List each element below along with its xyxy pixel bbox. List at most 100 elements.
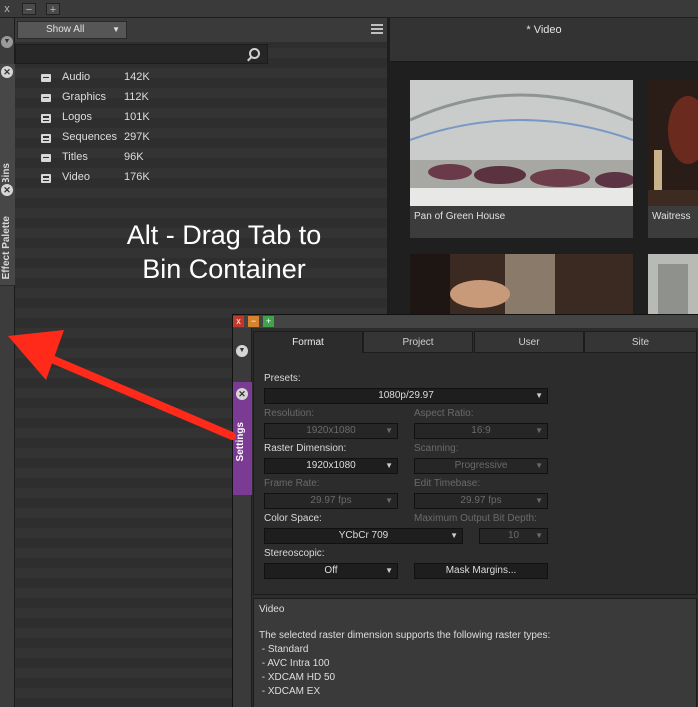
info-line: - XDCAM EX xyxy=(259,686,321,697)
search-input[interactable] xyxy=(15,44,268,64)
bin-name: Audio xyxy=(62,71,91,83)
bin-item-video[interactable]: Video 176K xyxy=(15,168,387,188)
settings-window: x − + ▼ ✕ Settings Format Project User S… xyxy=(232,314,698,707)
close-icon[interactable]: x xyxy=(233,316,244,327)
annotation-text: Alt - Drag Tab to Bin Container xyxy=(74,218,374,286)
bin-name: Logos xyxy=(62,111,92,123)
tab-effect-palette-label: Effect Palette xyxy=(1,215,12,279)
chevron-down-icon: ▼ xyxy=(535,531,543,540)
presets-value: 1080p/29.97 xyxy=(378,390,434,401)
presets-label: Presets: xyxy=(264,373,301,384)
annotation-line-1: Alt - Drag Tab to xyxy=(126,220,322,250)
clip-label: Waitress xyxy=(652,211,691,222)
bins-toolbar: Show All ▼ xyxy=(15,18,387,42)
maximize-icon[interactable]: + xyxy=(263,316,274,327)
top-toolbar: x − + xyxy=(0,0,698,18)
bin-name: Sequences xyxy=(62,131,118,143)
tab-user[interactable]: User xyxy=(474,331,584,353)
show-filter-dropdown[interactable]: Show All ▼ xyxy=(17,21,127,39)
info-line: - AVC Intra 100 xyxy=(259,658,330,669)
chevron-down-icon: ▼ xyxy=(385,496,393,505)
aspect-ratio-label: Aspect Ratio: xyxy=(414,408,474,419)
tab-settings[interactable]: ✕ Settings xyxy=(233,382,252,495)
chevron-down-icon: ▼ xyxy=(385,566,393,575)
aspect-ratio-value: 16:9 xyxy=(471,425,491,436)
clip-thumbnail xyxy=(410,254,633,314)
info-title: Video xyxy=(259,604,285,615)
stereoscopic-label: Stereoscopic: xyxy=(264,548,325,559)
close-icon[interactable]: x xyxy=(0,3,14,15)
clip-label: Pan of Green House xyxy=(414,211,506,222)
bin-icon xyxy=(41,74,51,82)
close-tab-icon[interactable]: ✕ xyxy=(236,388,248,400)
clip-tile[interactable] xyxy=(410,254,633,314)
menu-down-icon[interactable]: ▼ xyxy=(236,345,248,357)
frame-rate-label: Frame Rate: xyxy=(264,478,320,489)
max-output-bit-depth-value: 10 xyxy=(507,530,520,541)
minimize-icon[interactable]: − xyxy=(248,316,259,327)
bin-size: 176K xyxy=(124,171,150,183)
bin-icon xyxy=(41,94,51,102)
max-output-bit-depth-label: Maximum Output Bit Depth: xyxy=(414,513,537,524)
bin-name: Graphics xyxy=(62,91,107,103)
clip-tile[interactable] xyxy=(648,254,698,314)
bin-size: 142K xyxy=(124,71,150,83)
bin-size: 101K xyxy=(124,111,150,123)
annotation-line-2: Bin Container xyxy=(142,254,306,284)
tab-site[interactable]: Site xyxy=(584,331,697,353)
resolution-value: 1920x1080 xyxy=(306,425,356,436)
bin-size: 297K xyxy=(124,131,150,143)
chevron-down-icon: ▼ xyxy=(385,426,393,435)
search-icon[interactable] xyxy=(249,48,260,59)
raster-dimension-dropdown[interactable]: 1920x1080 ▼ xyxy=(264,458,398,474)
clip-tile[interactable]: Waitress xyxy=(648,80,698,238)
tab-project[interactable]: Project xyxy=(363,331,473,353)
tab-effect-palette[interactable]: ✕ Effect Palette xyxy=(0,182,15,286)
presets-dropdown[interactable]: 1080p/29.97 ▼ xyxy=(264,388,548,404)
info-panel: Video The selected raster dimension supp… xyxy=(253,598,697,707)
bin-list: Audio 142K Graphics 112K Logos 101K Sequ… xyxy=(15,68,387,188)
close-tab-icon[interactable]: ✕ xyxy=(1,66,13,78)
minimize-button[interactable]: − xyxy=(22,3,36,16)
scanning-label: Scanning: xyxy=(414,443,459,454)
window-title-bar[interactable]: x − + xyxy=(233,315,698,328)
clip-thumbnail xyxy=(648,80,698,206)
bin-item-titles[interactable]: Titles 96K xyxy=(15,148,387,168)
bin-item-graphics[interactable]: Graphics 112K xyxy=(15,88,387,108)
open-bin-icon xyxy=(41,134,51,143)
format-settings-form: Presets: 1080p/29.97 ▼ Resolution: Aspec… xyxy=(253,353,697,595)
tab-bins[interactable]: ✕ Bins xyxy=(0,64,15,192)
chevron-down-icon: ▼ xyxy=(385,461,393,470)
scanning-dropdown: Progressive ▼ xyxy=(414,458,548,474)
bin-name: Titles xyxy=(62,151,88,163)
bin-size: 96K xyxy=(124,151,144,163)
tab-format[interactable]: Format xyxy=(253,331,363,353)
bin-name: Video xyxy=(62,171,90,183)
chevron-down-icon: ▼ xyxy=(535,426,543,435)
stereoscopic-dropdown[interactable]: Off ▼ xyxy=(264,563,398,579)
raster-dimension-label: Raster Dimension: xyxy=(264,443,347,454)
tab-strip: ▼ ✕ Bins ✕ Effect Palette xyxy=(0,18,15,707)
hamburger-menu-icon[interactable] xyxy=(371,24,383,34)
color-space-dropdown[interactable]: YCbCr 709 ▼ xyxy=(264,528,463,544)
aspect-ratio-dropdown: 16:9 ▼ xyxy=(414,423,548,439)
edit-timebase-label: Edit Timebase: xyxy=(414,478,481,489)
color-space-value: YCbCr 709 xyxy=(338,530,389,541)
resolution-label: Resolution: xyxy=(264,408,315,419)
menu-down-icon[interactable]: ▼ xyxy=(1,36,13,48)
edit-timebase-value: 29.97 fps xyxy=(460,495,502,506)
bin-item-sequences[interactable]: Sequences 297K xyxy=(15,128,387,148)
bin-icon xyxy=(41,154,51,162)
bin-item-audio[interactable]: Audio 142K xyxy=(15,68,387,88)
mask-margins-button[interactable]: Mask Margins... xyxy=(414,563,548,579)
clip-tile[interactable]: Pan of Green House xyxy=(410,80,633,238)
video-bin-header: * Video xyxy=(390,18,698,62)
chevron-down-icon: ▼ xyxy=(535,496,543,505)
bin-item-logos[interactable]: Logos 101K xyxy=(15,108,387,128)
max-output-bit-depth-dropdown: 10 ▼ xyxy=(479,528,548,544)
edit-timebase-dropdown: 29.97 fps ▼ xyxy=(414,493,548,509)
close-tab-icon[interactable]: ✕ xyxy=(1,184,13,196)
chevron-down-icon: ▼ xyxy=(450,531,458,540)
add-button[interactable]: + xyxy=(46,3,60,16)
raster-dimension-value: 1920x1080 xyxy=(306,460,356,471)
